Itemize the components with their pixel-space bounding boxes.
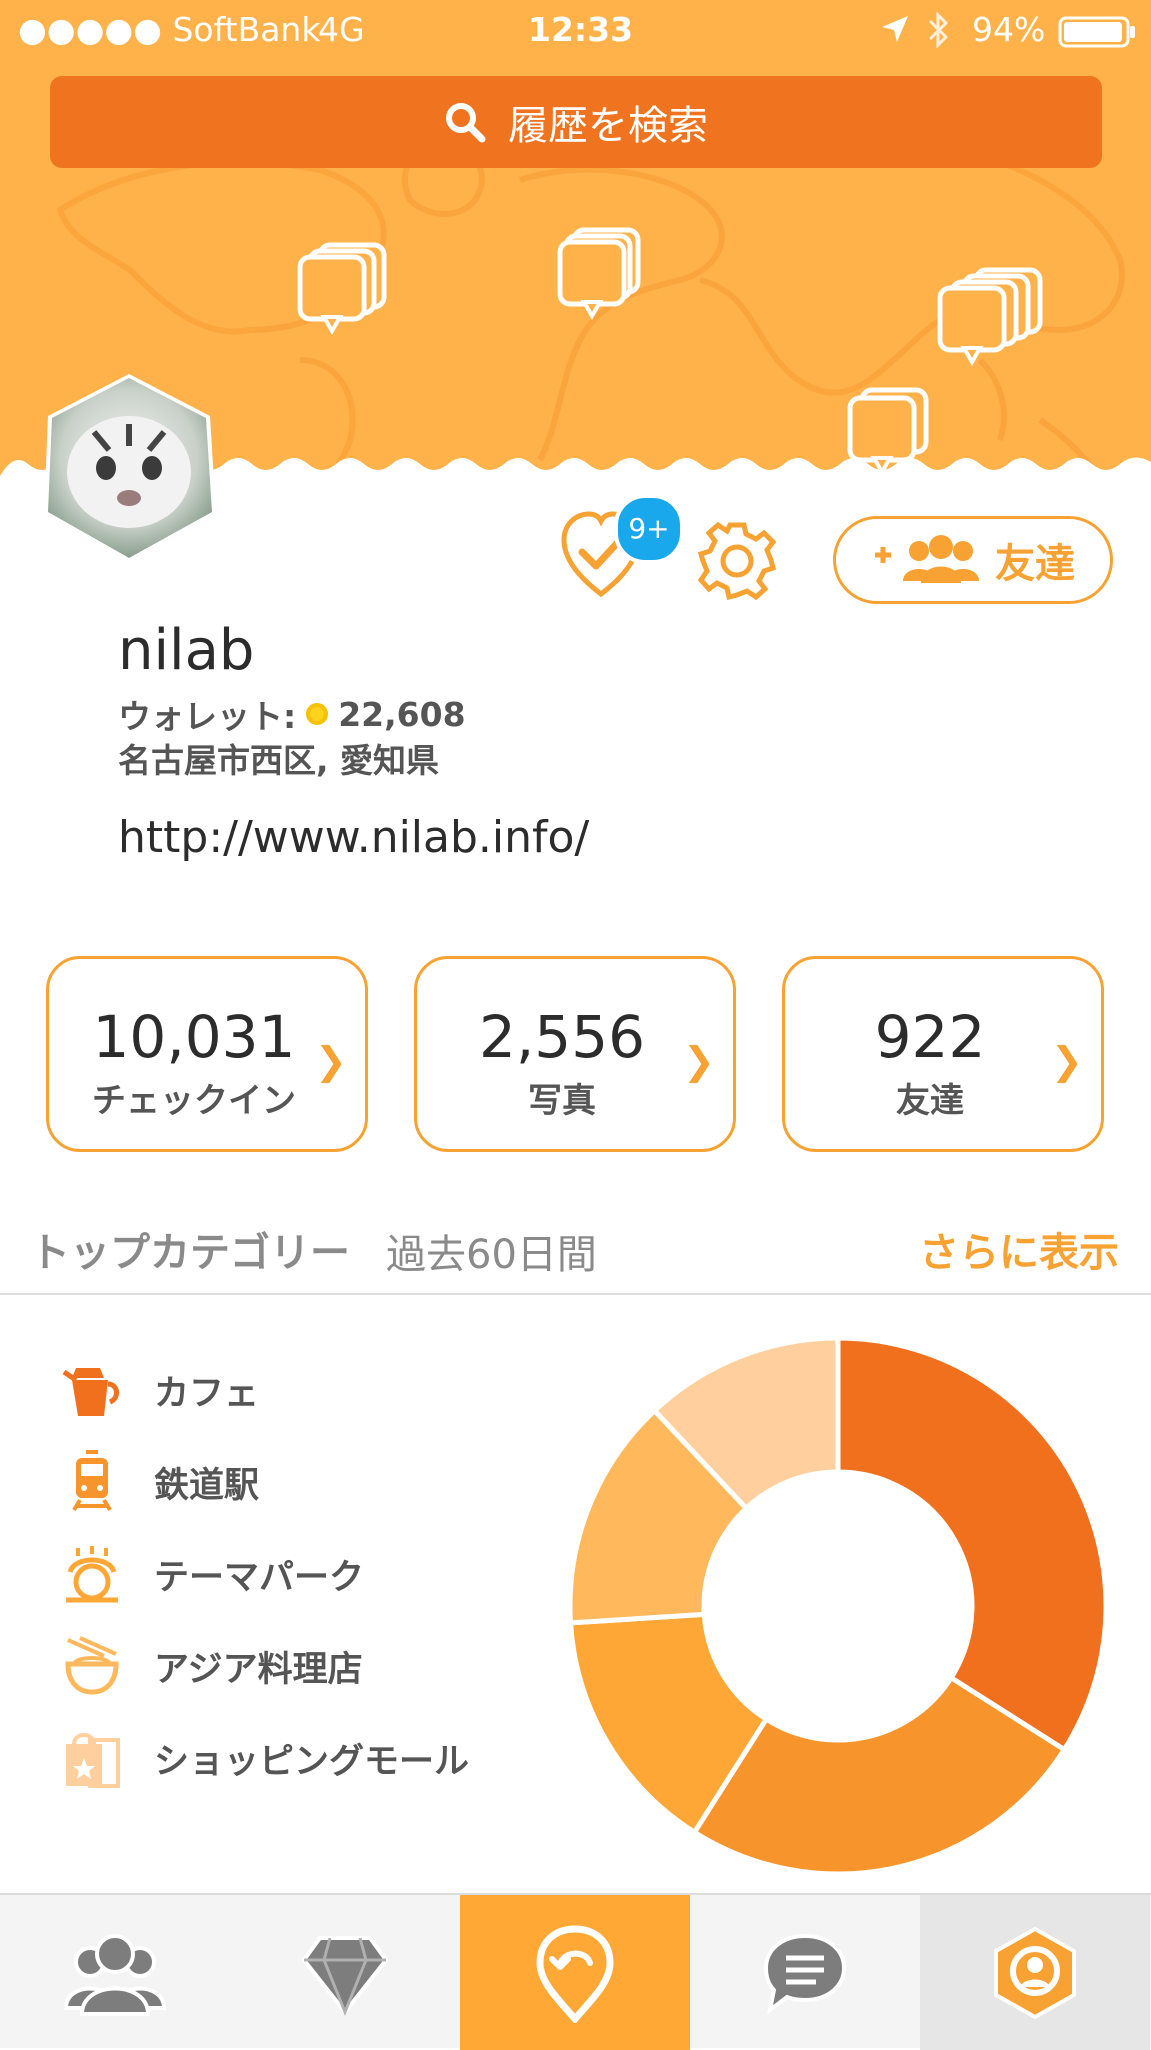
- category-label: 鉄道駅: [154, 1465, 260, 1506]
- wallet-value: 22,608: [338, 694, 466, 734]
- category-row-theme-park: テーマパーク: [60, 1542, 364, 1606]
- checkins-count: 10,031: [92, 1003, 296, 1071]
- carrier-label: ●●●●● SoftBank: [18, 10, 321, 49]
- photos-label: 写真: [528, 1081, 596, 1121]
- bluetooth-icon: [928, 12, 949, 48]
- username: nilab: [118, 618, 255, 683]
- category-donut-chart: [568, 1336, 1108, 1876]
- donut-slice-1: [835, 1336, 1108, 1754]
- category-row-train-station: 鉄道駅: [60, 1450, 259, 1514]
- tab-checkin[interactable]: [460, 1895, 690, 2050]
- divider: [0, 1293, 1151, 1295]
- category-row-shopping-mall: ショッピングモール: [60, 1726, 469, 1790]
- checkins-label: チェックイン: [92, 1081, 296, 1121]
- search-icon: [446, 103, 486, 143]
- checkin-pin-icon: [536, 1924, 614, 2023]
- chevron-right-icon: ❯: [683, 1039, 715, 1083]
- category-label: カフェ: [154, 1373, 260, 1414]
- add-friends-button[interactable]: 友達: [833, 516, 1113, 604]
- category-row-asian-restaurant: アジア料理店: [60, 1634, 363, 1698]
- top-category-period: 過去60日間: [386, 1232, 597, 1278]
- clock: 12:33: [528, 10, 634, 49]
- category-row-cafe: カフェ: [60, 1358, 259, 1422]
- shopping-bag-icon: [66, 1733, 120, 1788]
- chat-bubble-icon: [763, 1933, 847, 2015]
- stat-card-checkins[interactable]: 10,031 チェックイン ❯: [46, 956, 368, 1152]
- avatar[interactable]: [34, 372, 224, 562]
- status-bar: ●●●●● SoftBank 4G 12:33 94%: [0, 0, 1151, 62]
- search-placeholder: 履歴を検索: [508, 103, 708, 149]
- tab-lists[interactable]: [230, 1895, 460, 2050]
- coin-icon: [306, 703, 329, 725]
- chevron-right-icon: ❯: [315, 1039, 347, 1083]
- tab-profile[interactable]: [920, 1895, 1150, 2050]
- category-label: アジア料理店: [154, 1649, 363, 1690]
- chevron-right-icon: ❯: [1051, 1039, 1083, 1083]
- diamond-icon: [301, 1935, 389, 2016]
- stat-card-photos[interactable]: 2,556 写真 ❯: [414, 956, 736, 1152]
- people-icon: [63, 1933, 167, 2016]
- theme-park-icon: [66, 1546, 118, 1603]
- wallet-row: ウォレット: 22,608: [118, 690, 466, 738]
- tab-friends[interactable]: [0, 1895, 230, 2050]
- photos-count: 2,556: [478, 1003, 646, 1071]
- bottom-tab-bar: [0, 1893, 1151, 2050]
- tab-messages[interactable]: [690, 1895, 920, 2050]
- battery-icon: [1058, 16, 1135, 48]
- show-more-link[interactable]: さらに表示: [919, 1220, 1119, 1278]
- top-category-title: トップカテゴリー: [30, 1230, 350, 1276]
- website-link[interactable]: http://www.nilab.info/: [118, 812, 589, 863]
- train-icon: [72, 1450, 112, 1512]
- rice-bowl-icon: [65, 1636, 119, 1695]
- notification-badge: 9+: [614, 494, 684, 564]
- profile-icon: [994, 1926, 1076, 2019]
- battery-percent: 94%: [972, 10, 1046, 49]
- friends-label: 友達: [896, 1081, 964, 1121]
- map-checkin-markers: [297, 227, 1043, 477]
- location-arrow-icon: [882, 16, 908, 42]
- category-label: テーマパーク: [154, 1557, 365, 1598]
- network-label: 4G: [318, 10, 365, 49]
- coffee-pot-icon: [62, 1368, 119, 1416]
- settings-gear-icon[interactable]: [696, 520, 778, 602]
- add-friends-icon: [875, 535, 979, 583]
- history-search-bar[interactable]: 履歴を検索: [50, 76, 1102, 168]
- friends-count: 922: [874, 1003, 986, 1071]
- add-friends-label: 友達: [995, 541, 1075, 587]
- home-location: 名古屋市西区, 愛知県: [118, 741, 440, 780]
- stat-card-friends[interactable]: 922 友達 ❯: [782, 956, 1104, 1152]
- category-label: ショッピングモール: [154, 1741, 470, 1782]
- wallet-label: ウォレット:: [118, 697, 297, 736]
